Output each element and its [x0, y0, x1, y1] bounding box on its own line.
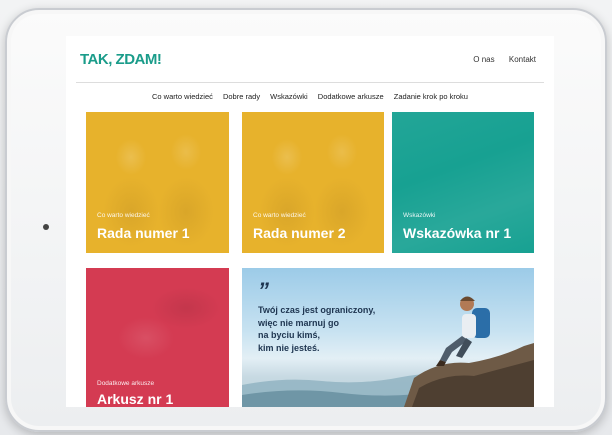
site-header: TAK, ZDAM! O nas Kontakt	[66, 36, 554, 86]
tile-advice-1[interactable]: Co warto wiedzieć Rada numer 1	[86, 112, 229, 253]
quote-line: Twój czas jest ograniczony,	[258, 305, 376, 315]
quote-mark: ”	[258, 278, 269, 303]
tile-title: Rada numer 1	[97, 225, 190, 241]
home-button[interactable]	[43, 224, 49, 230]
tile-category: Dodatkowe arkusze	[97, 380, 155, 387]
tile-category: Wskazówki	[403, 212, 436, 219]
nav-link-about[interactable]: O nas	[473, 55, 494, 64]
menu-item-worth-knowing[interactable]: Co warto wiedzieć	[152, 92, 213, 101]
top-nav: O nas Kontakt	[461, 55, 536, 64]
tile-advice-2[interactable]: Co warto wiedzieć Rada numer 2	[242, 112, 384, 253]
menu-item-tips[interactable]: Wskazówki	[270, 92, 308, 101]
quote-line: kim nie jesteś.	[258, 342, 320, 353]
site-logo[interactable]: TAK, ZDAM!	[80, 51, 162, 68]
tile-title: Rada numer 2	[253, 225, 346, 241]
quote-line: na byciu kimś,	[258, 330, 321, 340]
tile-category: Co warto wiedzieć	[253, 212, 306, 219]
tile-title: Arkusz nr 1	[97, 391, 174, 407]
header-divider	[76, 82, 544, 83]
tile-sheet-1[interactable]: Dodatkowe arkusze Arkusz nr 1	[86, 268, 229, 407]
quote-banner: ” Twój czas jest ograniczony, więc nie m…	[242, 268, 534, 407]
tablet-screen: TAK, ZDAM! O nas Kontakt Co warto wiedzi…	[66, 36, 554, 407]
menu-item-extra-sheets[interactable]: Dodatkowe arkusze	[318, 92, 384, 101]
tile-tip-1[interactable]: Wskazówki Wskazówka nr 1	[392, 112, 534, 253]
menu-item-step-by-step[interactable]: Zadanie krok po kroku	[394, 92, 468, 101]
nav-link-contact[interactable]: Kontakt	[509, 55, 536, 64]
quote-line: więc nie marnuj go	[258, 317, 340, 328]
tile-title: Wskazówka nr 1	[403, 225, 512, 241]
quote-text: Twój czas jest ograniczony, więc nie mar…	[258, 304, 408, 354]
tile-category: Co warto wiedzieć	[97, 212, 150, 219]
main-menu: Co warto wiedzieć Dobre rady Wskazówki D…	[66, 92, 554, 101]
menu-item-good-advice[interactable]: Dobre rady	[223, 92, 260, 101]
